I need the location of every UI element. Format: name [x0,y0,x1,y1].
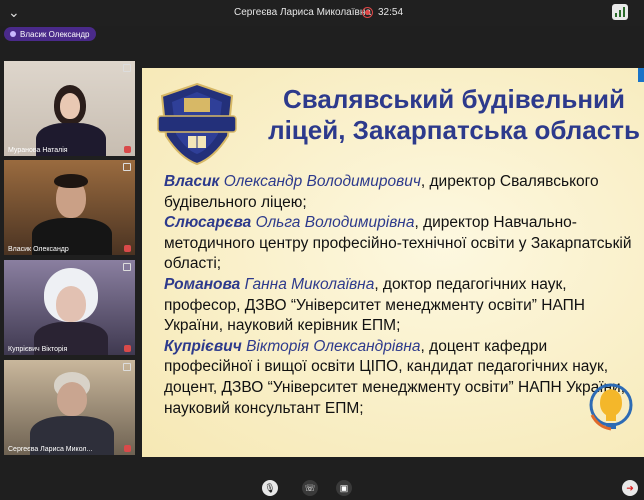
speaker-icon [10,31,16,37]
expand-icon[interactable] [123,363,131,371]
signal-icon[interactable] [612,4,628,20]
mic-off-icon [124,146,131,153]
meeting-title: Сергеєва Лариса Миколаївна [234,7,371,18]
leave-icon[interactable]: ➜ [622,480,638,496]
shared-slide: Свалявський будівельний ліцей, Закарпатс… [142,68,644,457]
participant-tile[interactable]: Власик Олександр [4,160,135,255]
call-timer: 32:54 [378,7,404,18]
recording-icon [362,7,373,18]
participant-name: Власик Олександр [8,246,69,253]
lyceum-logo [157,82,237,166]
participant-name: Сергеєва Лариса Микол... [8,446,93,453]
participant-name: Муранова Наталія [8,147,68,154]
entry: Романова Ганна Миколаївна, доктор педаго… [164,275,585,335]
slide-content: Власик Олександр Володимирович, директор… [164,172,634,419]
participant-tile[interactable]: Муранова Наталія [4,61,135,156]
camera-icon[interactable]: ▣ [336,480,352,496]
participant-tile[interactable]: Сергеєва Лариса Микол... [4,360,135,455]
entry: Слюсарєва Ольга Володимирівна, директор … [164,214,632,273]
entry: Власик Олександр Володимирович, директор… [164,173,599,211]
chevron-down-icon[interactable]: ⌄ [8,5,22,19]
control-bar: 🎙 ☏ ▣ ➜ [0,474,644,500]
active-speaker-chip: Власик Олександр [4,27,97,41]
slide-heading: Свалявський будівельний ліцей, Закарпатс… [268,84,640,145]
participant-name: Купрієвич Вікторія [8,346,68,353]
top-bar: ⌄ Сергеєва Лариса Миколаївна 32:54 [0,0,644,26]
mic-off-icon [124,345,131,352]
expand-icon[interactable] [123,263,131,271]
mic-off-icon[interactable]: 🎙 [262,480,278,496]
participant-tile[interactable]: Купрієвич Вікторія [4,260,135,355]
side-tab[interactable] [638,68,644,82]
mic-off-icon [124,445,131,452]
lightbulb-logo [589,383,633,431]
expand-icon[interactable] [123,64,131,72]
active-speaker-name: Власик Олександр [20,29,90,39]
entry: Купрієвич Вікторія Олександрівна, доцент… [164,337,626,417]
expand-icon[interactable] [123,163,131,171]
mic-off-icon [124,245,131,252]
phone-icon[interactable]: ☏ [302,480,318,496]
